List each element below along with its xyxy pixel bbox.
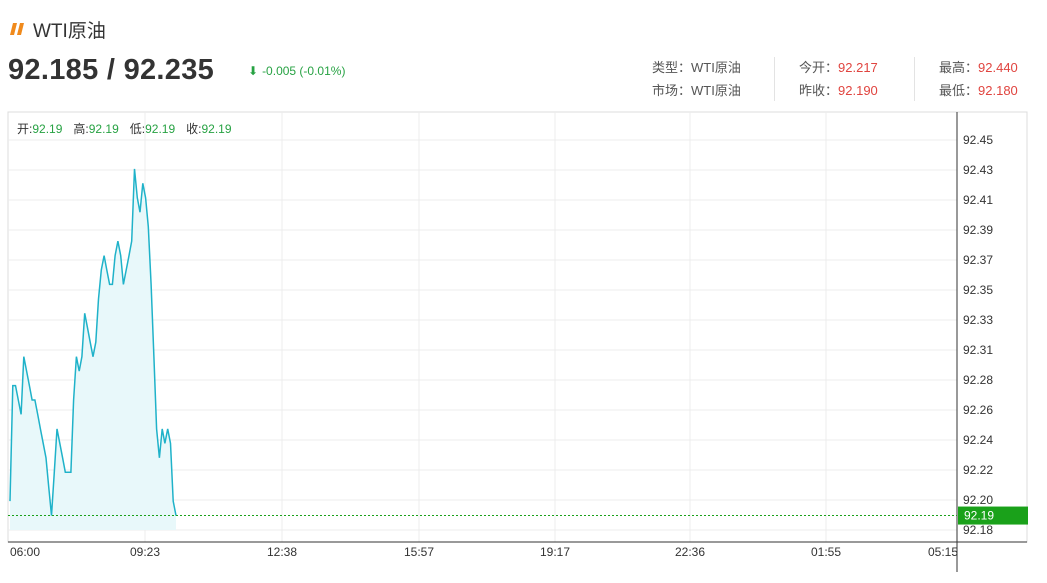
x-tick-label: 19:17 — [540, 545, 570, 559]
x-tick-label: 05:15 — [928, 545, 958, 559]
y-tick-label: 92.28 — [963, 373, 993, 387]
y-tick-label: 92.33 — [963, 313, 993, 327]
x-tick-label: 09:23 — [130, 545, 160, 559]
ohlc-readout: 开:92.19 高:92.19 低:92.19 收:92.19 — [17, 120, 243, 137]
ohlc-close-label: 收: — [186, 122, 202, 136]
y-tick-label: 92.37 — [963, 253, 993, 267]
ohlc-high-value: 92.19 — [88, 122, 119, 136]
y-tick-label: 92.31 — [963, 343, 993, 357]
price-chart[interactable]: 92.45 92.43 92.41 92.39 92.37 92.35 92.33 92.31… — [0, 0, 1047, 583]
ohlc-close-value: 92.19 — [201, 122, 232, 136]
ohlc-open-value: 92.19 — [32, 122, 63, 136]
x-tick-label: 01:55 — [811, 545, 841, 559]
y-tick-label: 92.39 — [963, 223, 993, 237]
ohlc-low-value: 92.19 — [145, 122, 176, 136]
ohlc-low-label: 低: — [129, 122, 146, 136]
x-tick-label: 22:36 — [675, 545, 705, 559]
x-tick-label: 15:57 — [404, 545, 434, 559]
y-tick-label: 92.24 — [963, 433, 993, 447]
y-tick-label: 92.41 — [963, 193, 993, 207]
current-price-label: 92.19 — [964, 509, 994, 523]
x-tick-label: 12:38 — [267, 545, 297, 559]
y-tick-label: 92.35 — [963, 283, 993, 297]
y-tick-label: 92.18 — [963, 523, 993, 537]
y-tick-label: 92.26 — [963, 403, 993, 417]
y-tick-label: 92.43 — [963, 163, 993, 177]
ohlc-high-label: 高: — [73, 122, 89, 136]
series-area — [10, 168, 176, 530]
ohlc-open-label: 开: — [17, 122, 33, 136]
y-tick-label: 92.22 — [963, 463, 993, 477]
y-tick-label: 92.45 — [963, 133, 993, 147]
x-tick-label: 06:00 — [10, 545, 40, 559]
y-tick-label: 92.20 — [963, 493, 993, 507]
